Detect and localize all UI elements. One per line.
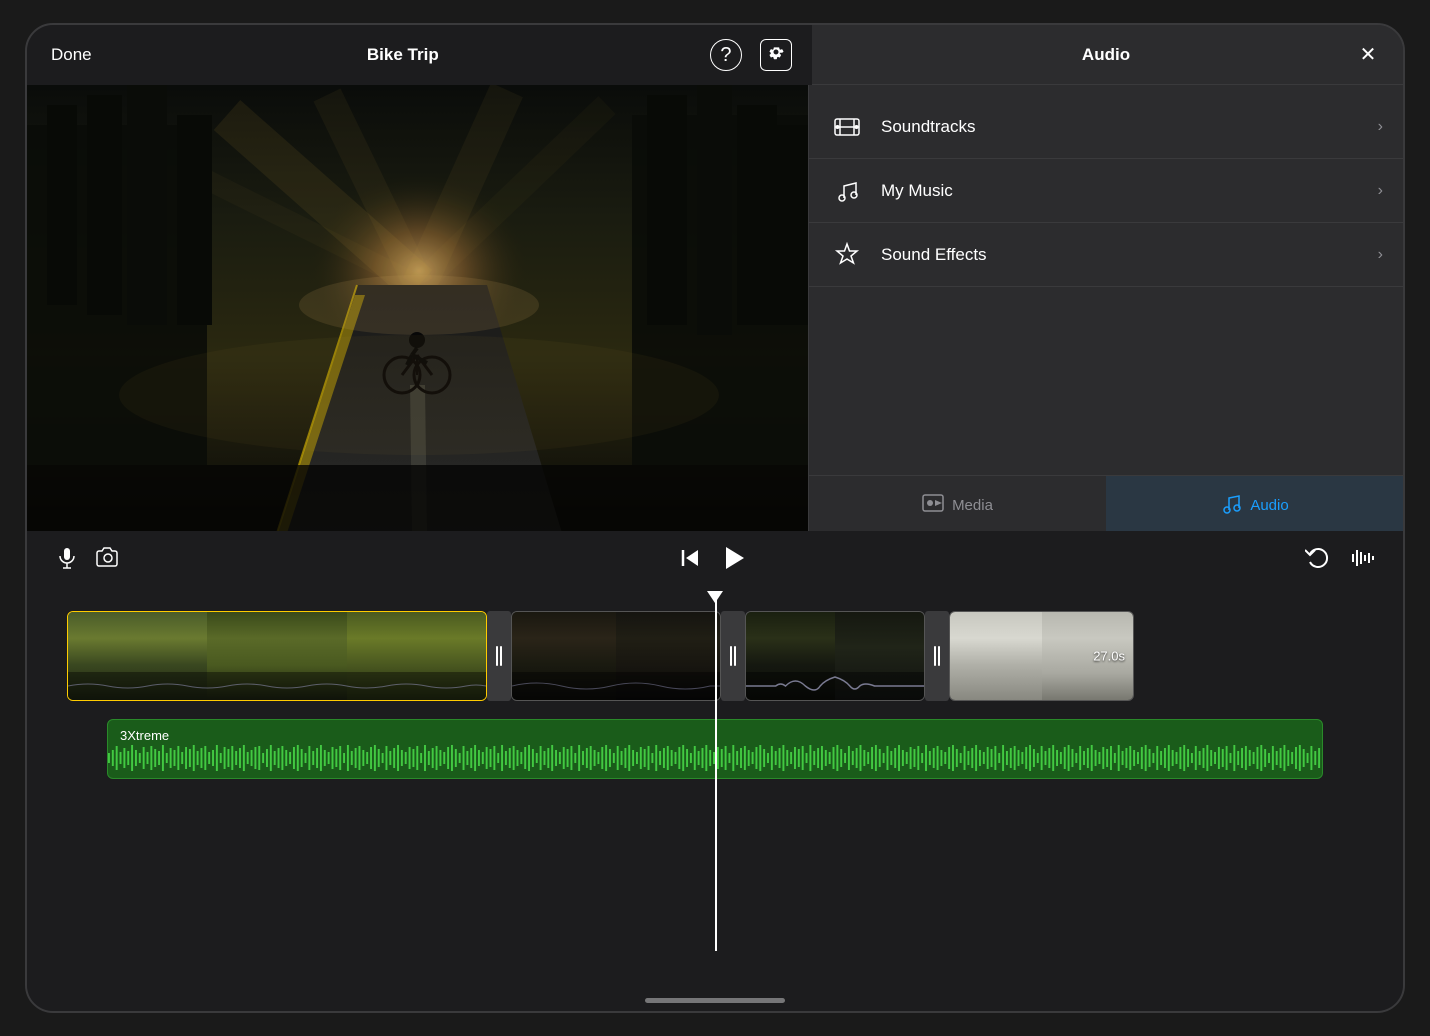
help-icon: ? — [720, 44, 731, 67]
audio-close-button[interactable]: ✕ — [1353, 40, 1383, 70]
audio-panel-title: Audio — [1082, 45, 1130, 65]
clip-handle-icon — [929, 644, 945, 668]
skip-to-start-button[interactable] — [670, 538, 710, 584]
help-button[interactable]: ? — [710, 39, 742, 71]
video-clip-4[interactable]: 27.0s — [949, 611, 1134, 701]
clip-handle-1-2[interactable] — [487, 611, 511, 701]
settings-button[interactable] — [760, 39, 792, 71]
audio-panel: Audio ✕ Soundtracks — [808, 25, 1403, 535]
play-button[interactable] — [710, 535, 756, 588]
audio-tab-icon — [1220, 492, 1242, 519]
sound-effects-menu-item[interactable]: Sound Effects › — [809, 223, 1403, 287]
tab-audio-label: Audio — [1250, 497, 1288, 514]
soundtracks-icon — [829, 109, 865, 145]
timeline-area: 27.0s 3Xtreme — [27, 531, 1403, 1011]
playhead — [715, 591, 717, 951]
my-music-chevron: › — [1378, 182, 1383, 200]
undo-button[interactable] — [1297, 538, 1339, 584]
tab-media[interactable]: Media — [809, 476, 1106, 535]
playback-controls — [27, 531, 1403, 591]
soundtracks-menu-item[interactable]: Soundtracks › — [809, 95, 1403, 159]
sound-effects-icon — [829, 237, 865, 273]
audio-panel-tabs: Media Audio — [809, 475, 1403, 535]
tab-audio[interactable]: Audio — [1106, 476, 1403, 535]
close-icon: ✕ — [1360, 42, 1377, 67]
clip-handle-3-4[interactable] — [925, 611, 949, 701]
audio-menu-list: Soundtracks › My Music › — [809, 85, 1403, 297]
audio-track-label: 3Xtreme — [120, 728, 169, 743]
top-toolbar: Done Bike Trip ? — [27, 25, 812, 85]
soundtracks-label: Soundtracks — [881, 117, 1378, 137]
video-clip-2[interactable] — [511, 611, 721, 701]
video-preview — [27, 85, 812, 533]
toolbar-icons: ? — [710, 39, 792, 71]
soundtracks-chevron: › — [1378, 118, 1383, 136]
project-title: Bike Trip — [367, 45, 439, 65]
clip-handle-2-3[interactable] — [721, 611, 745, 701]
clip-handle-icon — [725, 644, 741, 668]
my-music-menu-item[interactable]: My Music › — [809, 159, 1403, 223]
tab-media-label: Media — [952, 497, 993, 514]
clip-handle-icon — [491, 644, 507, 668]
clip-duration: 27.0s — [1093, 649, 1125, 664]
video-clip-1[interactable] — [67, 611, 487, 701]
my-music-label: My Music — [881, 181, 1378, 201]
video-clip-3[interactable] — [745, 611, 925, 701]
mic-button[interactable] — [47, 538, 87, 584]
device-frame: Done Bike Trip ? — [25, 23, 1405, 1013]
timeline-tracks: 27.0s 3Xtreme — [27, 591, 1403, 951]
home-indicator — [645, 998, 785, 1003]
sound-effects-chevron: › — [1378, 246, 1383, 264]
camera-button[interactable] — [87, 538, 129, 584]
audio-panel-header: Audio ✕ — [809, 25, 1403, 85]
my-music-icon — [829, 173, 865, 209]
settings-icon — [767, 43, 785, 67]
waveform-button[interactable] — [1339, 538, 1383, 585]
sound-effects-label: Sound Effects — [881, 245, 1378, 265]
media-tab-icon — [922, 492, 944, 519]
done-button[interactable]: Done — [47, 37, 96, 73]
